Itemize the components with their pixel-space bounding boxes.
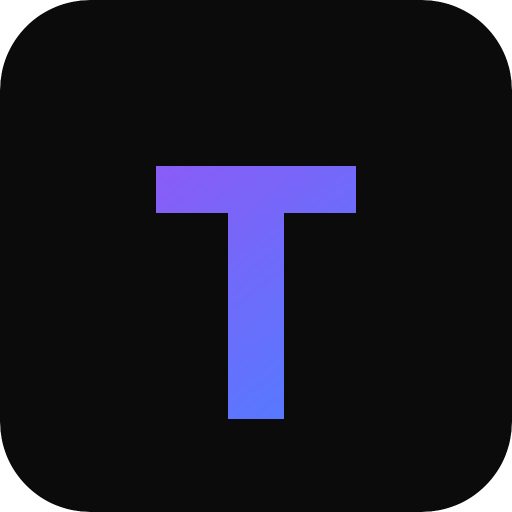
letter-t-stem xyxy=(228,166,284,419)
app-icon-graphic xyxy=(0,0,512,512)
app-icon xyxy=(0,0,512,512)
